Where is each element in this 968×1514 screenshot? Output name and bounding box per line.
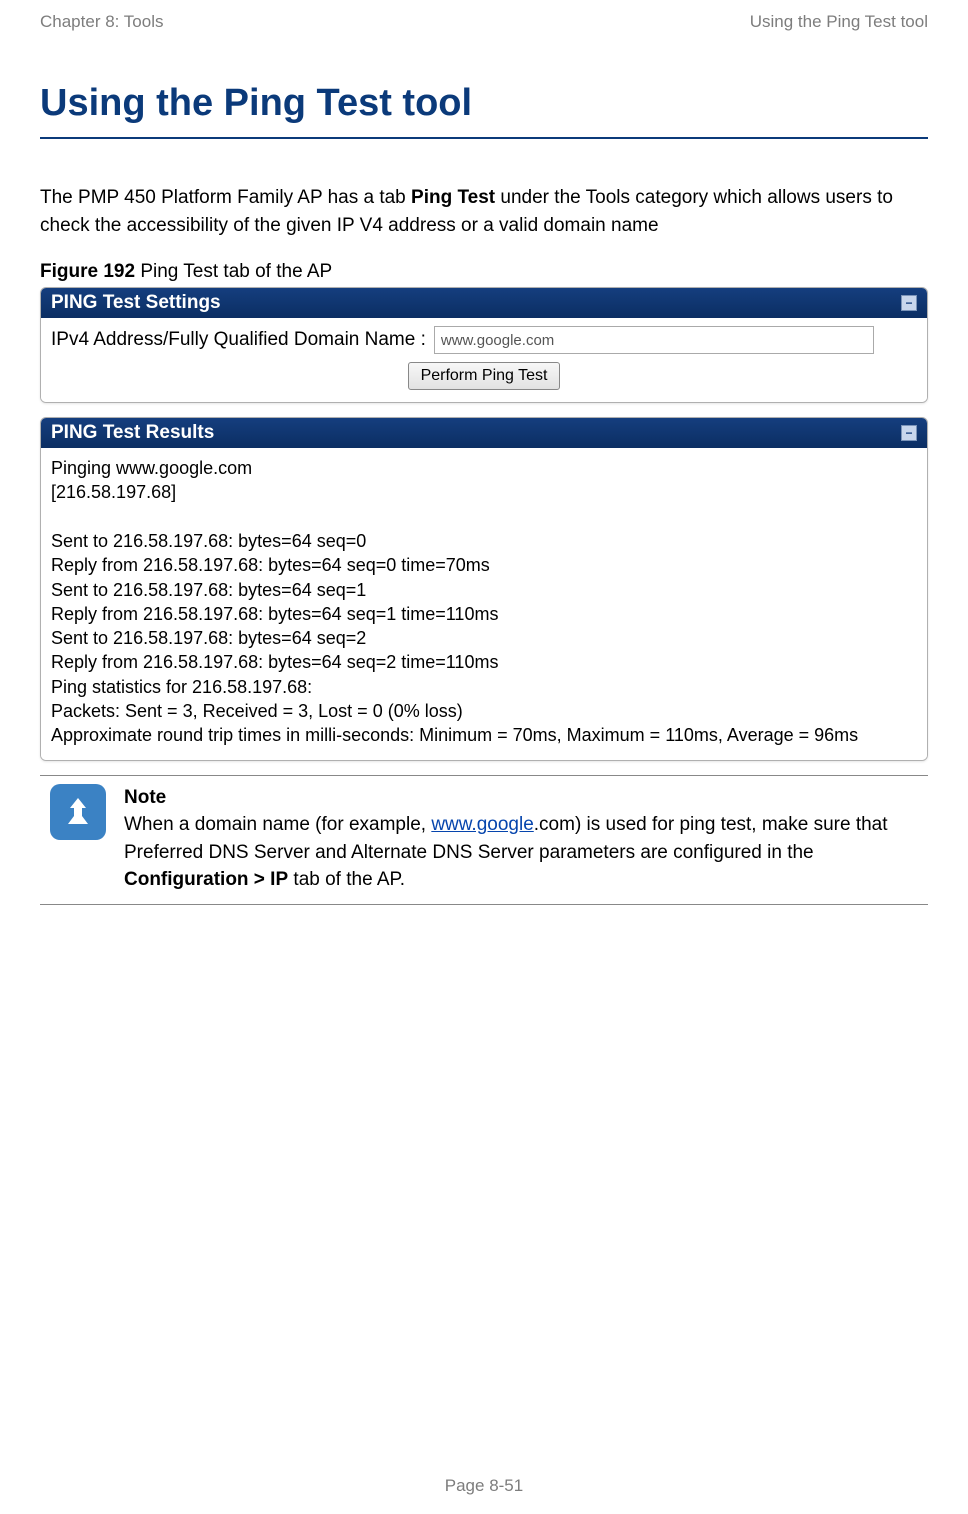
intro-text-1: The PMP 450 Platform Family AP has a tab xyxy=(40,187,411,208)
page-title: Using the Ping Test tool xyxy=(40,82,928,139)
address-input[interactable] xyxy=(434,326,874,354)
figure-label-bold: Figure 192 xyxy=(40,261,135,282)
ping-results-panel: PING Test Results − Pinging www.google.c… xyxy=(40,417,928,761)
header-left: Chapter 8: Tools xyxy=(40,12,163,32)
address-row: IPv4 Address/Fully Qualified Domain Name… xyxy=(51,326,917,354)
note-title: Note xyxy=(124,784,928,812)
ping-settings-panel: PING Test Settings − IPv4 Address/Fully … xyxy=(40,287,928,403)
intro-paragraph: The PMP 450 Platform Family AP has a tab… xyxy=(40,184,928,239)
page-header: Chapter 8: Tools Using the Ping Test too… xyxy=(40,12,928,32)
ping-settings-title: PING Test Settings xyxy=(51,292,221,314)
perform-ping-button[interactable]: Perform Ping Test xyxy=(408,362,561,390)
ping-settings-header: PING Test Settings − xyxy=(41,288,927,318)
note-box: Note When a domain name (for example, ww… xyxy=(40,775,928,905)
page-number: Page 8-51 xyxy=(0,1476,968,1496)
intro-bold-1: Ping Test xyxy=(411,187,495,208)
note-part1: When a domain name (for example, xyxy=(124,814,431,835)
note-text: Note When a domain name (for example, ww… xyxy=(124,784,928,894)
ping-results-title: PING Test Results xyxy=(51,422,214,444)
figure-label-rest: Ping Test tab of the AP xyxy=(135,261,332,282)
pin-icon xyxy=(60,794,96,830)
note-icon xyxy=(50,784,106,840)
ping-settings-body: IPv4 Address/Fully Qualified Domain Name… xyxy=(41,318,927,402)
note-link[interactable]: www.google xyxy=(431,814,533,835)
ping-results-body: Pinging www.google.com [216.58.197.68] S… xyxy=(41,448,927,760)
collapse-icon[interactable]: − xyxy=(901,425,917,441)
collapse-icon[interactable]: − xyxy=(901,295,917,311)
note-bold: Configuration > IP xyxy=(124,869,288,890)
header-right: Using the Ping Test tool xyxy=(750,12,928,32)
ping-results-header: PING Test Results − xyxy=(41,418,927,448)
note-part3: tab of the AP. xyxy=(288,869,405,890)
figure-caption: Figure 192 Ping Test tab of the AP xyxy=(40,261,928,283)
address-label: IPv4 Address/Fully Qualified Domain Name… xyxy=(51,329,426,351)
